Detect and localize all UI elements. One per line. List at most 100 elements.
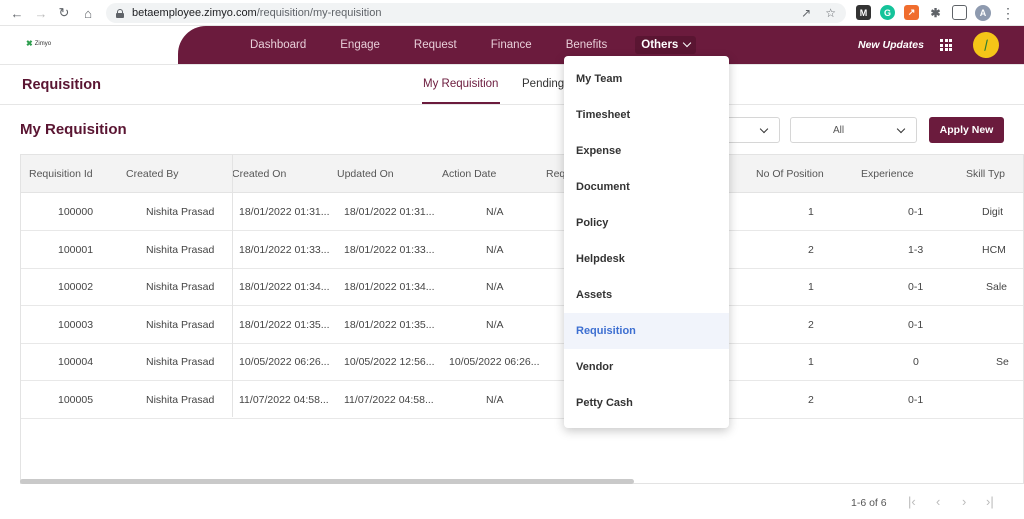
pagination-range: 1-6 of 6 [851,497,887,509]
cell-action-date: 10/05/2022 06:26... [449,356,540,368]
menu-item-assets[interactable]: Assets [564,277,729,313]
cell-created-by: Nishita Prasad [146,281,215,293]
nav-engage[interactable]: Engage [340,39,380,51]
type-filter-value: All [832,124,845,136]
back-arrow-icon[interactable]: ← [6,2,28,24]
kebab-menu-icon[interactable]: ⋮ [997,2,1019,24]
table-row[interactable]: 100000 Nishita Prasad 18/01/2022 01:31..… [21,193,1023,231]
nav-dashboard[interactable]: Dashboard [250,39,306,51]
cell-positions: 1 [808,281,814,293]
col-action-date[interactable]: Action Date [442,168,496,180]
col-created-by[interactable]: Created By [126,168,179,180]
cell-created-by: Nishita Prasad [146,356,215,368]
bookmark-star-icon[interactable]: ☆ [825,6,836,20]
new-updates-link[interactable]: New Updates [858,39,924,51]
gmail-extension-icon[interactable]: M [856,5,871,20]
cell-updated-on: 18/01/2022 01:35... [344,318,435,331]
cell-created-on: 18/01/2022 01:35... [239,318,330,331]
section-title: My Requisition [20,121,127,138]
page-title: Requisition [22,77,101,93]
nav-others[interactable]: Others [635,36,697,54]
menu-item-timesheet[interactable]: Timesheet [564,97,729,133]
tab-pending[interactable]: Pending [522,78,564,90]
frozen-column-divider [232,155,233,417]
cell-skill: Se [996,356,1009,368]
col-created-on[interactable]: Created On [232,168,286,180]
logo-text: Zimyo [34,40,52,47]
table-row[interactable]: 100003 Nishita Prasad 18/01/2022 01:35..… [21,306,1023,344]
cell-id: 100003 [58,318,94,331]
first-page-icon[interactable]: |‹ [908,494,916,509]
sidepanel-icon[interactable] [952,5,967,20]
last-page-icon[interactable]: ›| [986,494,994,509]
type-filter-select[interactable]: All [790,117,917,143]
cell-positions: 1 [808,356,814,368]
menu-item-helpdesk[interactable]: Helpdesk [564,241,729,277]
menu-item-requisition[interactable]: Requisition [564,313,729,349]
menu-item-expense[interactable]: Expense [564,133,729,169]
active-tab-indicator [422,102,500,104]
cell-id: 100000 [58,206,94,218]
table-header: Requisition Id Created By Created On Upd… [21,155,1023,193]
cell-id: 100004 [58,356,94,368]
logo-mark-icon: ✖ [26,39,33,48]
col-updated-on[interactable]: Updated On [337,168,394,180]
apply-new-button[interactable]: Apply New [929,117,1004,143]
menu-item-petty-cash[interactable]: Petty Cash [564,385,729,421]
tab-my-requisition[interactable]: My Requisition [423,78,498,90]
cell-updated-on: 18/01/2022 01:33... [344,243,435,256]
forward-arrow-icon[interactable]: → [30,2,52,24]
requisition-table: Requisition Id Created By Created On Upd… [20,154,1024,484]
nav-benefits[interactable]: Benefits [566,39,608,51]
menu-item-my-team[interactable]: My Team [564,61,729,97]
cell-experience: 0-1 [908,393,924,406]
table-row[interactable]: 100005 Nishita Prasad 11/07/2022 04:58..… [21,381,1023,419]
cell-action-date: N/A [486,281,504,293]
cell-created-on: 11/07/2022 04:58... [239,393,329,406]
url-host: betaemployee.zimyo.com [132,7,257,19]
cell-id: 100001 [58,243,94,256]
cell-updated-on: 10/05/2022 12:56... [344,356,435,368]
app-header: ✖ Zimyo Dashboard Engage Request Finance… [0,26,1024,65]
col-skill-type[interactable]: Skill Typ [966,168,1005,180]
address-bar[interactable]: betaemployee.zimyo.com/requisition/my-re… [106,3,846,23]
nav-request[interactable]: Request [414,39,457,51]
col-no-of-position[interactable]: No Of Position [756,168,824,180]
col-req[interactable]: Req [546,168,565,180]
horizontal-scrollbar[interactable] [20,479,634,484]
cell-experience: 1-3 [908,243,924,256]
nav-others-label: Others [641,39,679,51]
nav-finance[interactable]: Finance [491,39,532,51]
share-icon[interactable]: ↗ [801,6,811,20]
chart-extension-icon[interactable]: ↗ [904,5,919,20]
profile-avatar-icon[interactable]: A [975,5,991,21]
cell-updated-on: 18/01/2022 01:34... [344,281,435,293]
chevron-down-icon [683,38,692,48]
others-dropdown-menu: My Team Timesheet Expense Document Polic… [564,56,729,428]
apps-grid-icon[interactable] [940,39,952,51]
subheader: Requisition My Requisition Pending [0,65,1024,105]
chevron-down-icon [759,124,769,134]
table-row[interactable]: 100002 Nishita Prasad 18/01/2022 01:34..… [21,268,1023,306]
table-row[interactable]: 100004 Nishita Prasad 10/05/2022 06:26..… [21,343,1023,381]
cell-created-on: 18/01/2022 01:33... [239,243,330,256]
table-row[interactable]: 100001 Nishita Prasad 18/01/2022 01:33..… [21,231,1023,269]
col-experience[interactable]: Experience [861,168,914,180]
lock-icon [116,8,124,18]
cell-id: 100002 [58,281,94,293]
cell-action-date: N/A [486,243,504,256]
zimyo-logo[interactable]: ✖ Zimyo [26,39,51,48]
puzzle-extensions-icon[interactable]: ✱ [928,5,943,20]
cell-experience: 0-1 [908,318,924,331]
prev-page-icon[interactable]: ‹ [936,494,940,509]
menu-item-vendor[interactable]: Vendor [564,349,729,385]
cell-experience: 0-1 [908,206,924,218]
reload-icon[interactable]: ↻ [53,2,75,24]
home-icon[interactable]: ⌂ [77,2,99,24]
col-requisition-id[interactable]: Requisition Id [29,168,93,180]
grammarly-extension-icon[interactable]: G [880,5,895,20]
browser-toolbar: ← → ↻ ⌂ betaemployee.zimyo.com/requisiti… [0,0,1024,26]
menu-item-policy[interactable]: Policy [564,205,729,241]
menu-item-document[interactable]: Document [564,169,729,205]
next-page-icon[interactable]: › [962,494,966,509]
